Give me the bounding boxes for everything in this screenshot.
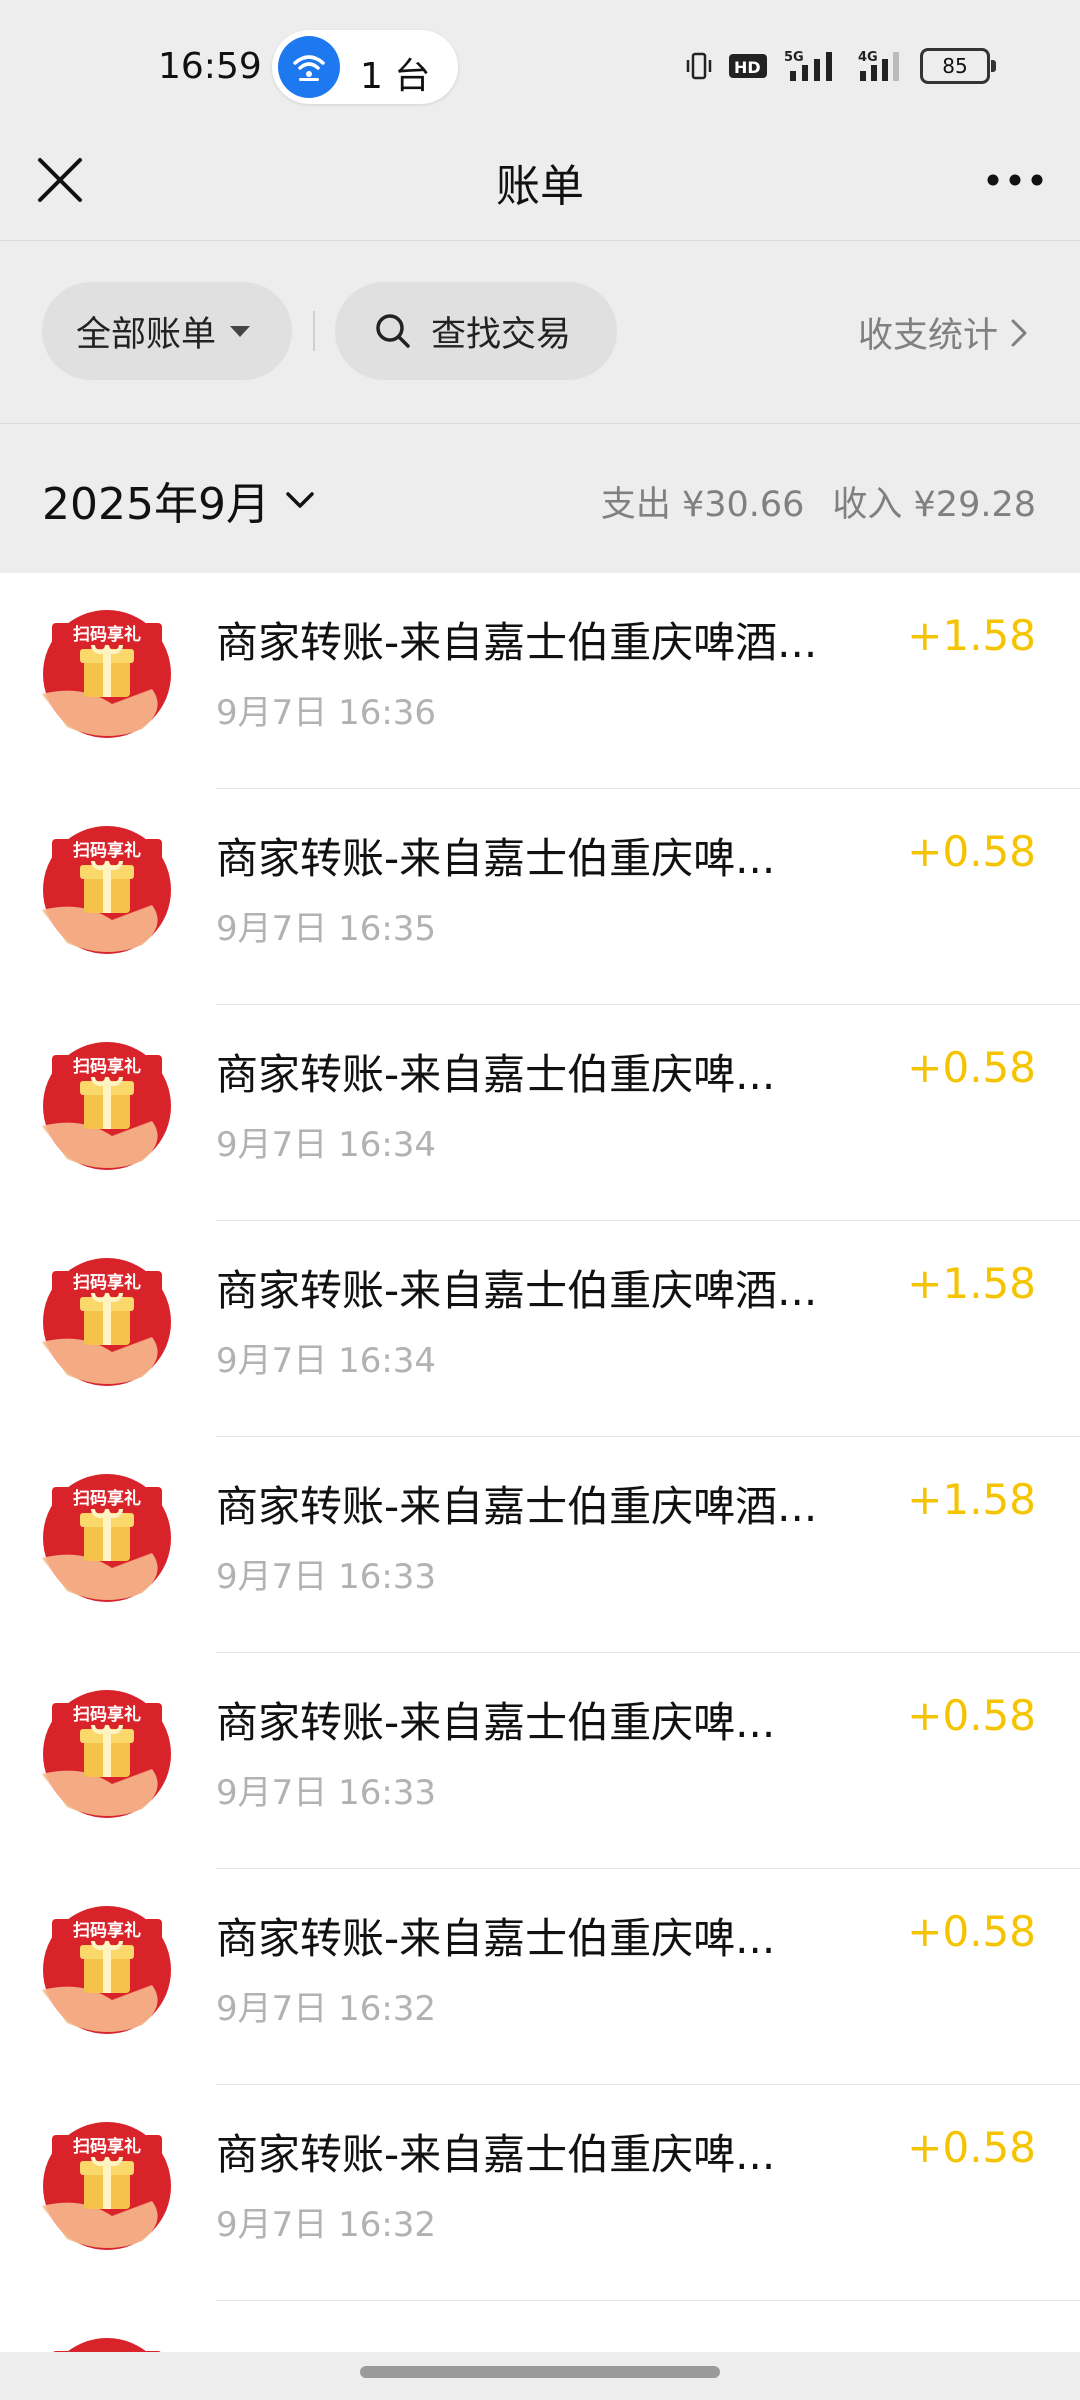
transaction-amount: +0.58 <box>907 2123 1036 2172</box>
chevron-right-icon <box>1011 319 1027 346</box>
merchant-avatar: 扫码享礼 <box>42 1905 172 2035</box>
merchant-avatar: 扫码享礼 <box>42 1041 172 1171</box>
merchant-avatar: 扫码享礼 <box>42 1257 172 1387</box>
svg-text:扫码享礼: 扫码享礼 <box>73 1704 141 1725</box>
signal-5g-icon: 5G <box>784 50 832 81</box>
transaction-time: 9月7日 16:34 <box>216 1341 437 1381</box>
transaction-time: 9月7日 16:33 <box>216 1557 437 1597</box>
svg-text:4G: 4G <box>858 50 878 65</box>
transaction-title: 商家转账-来自嘉士伯重庆啤酒... <box>216 1482 818 1531</box>
transaction-row[interactable]: 扫码享礼 商家转账-来自嘉士伯重庆啤... 9月7日 16:35 +0.58 <box>0 789 1080 1005</box>
transaction-time: 9月7日 16:34 <box>216 1125 437 1165</box>
svg-text:扫码享礼: 扫码享礼 <box>73 840 141 861</box>
chevron-down-icon <box>286 492 314 508</box>
month-selector[interactable]: 2025年9月 <box>42 468 316 532</box>
hd-icon: HD <box>729 54 767 78</box>
transaction-amount: +0.58 <box>907 1907 1036 1956</box>
svg-text:扫码享礼: 扫码享礼 <box>73 1488 141 1509</box>
month-header: 2025年9月 支出 ¥30.66 收入 ¥29.28 <box>0 424 1080 572</box>
transaction-time: 9月7日 16:32 <box>216 1989 437 2029</box>
transaction-row[interactable]: 扫码享礼 商家转账-来自嘉士伯重庆啤酒... 9月7日 16:33 +1.58 <box>0 1437 1080 1653</box>
merchant-avatar: 扫码享礼 <box>42 1689 172 1819</box>
transaction-title: 商家转账-来自嘉士伯重庆啤... <box>216 1698 776 1747</box>
battery-icon: 85 <box>920 48 996 84</box>
transaction-title: 商家转账-来自嘉士伯重庆啤... <box>216 1914 776 1963</box>
status-bar: 16:59 1 台 HD 5G 4G 85 <box>0 0 1080 135</box>
expense-total: 支出 ¥30.66 <box>600 485 805 525</box>
svg-text:扫码享礼: 扫码享礼 <box>73 1056 141 1077</box>
income-expense-stats-link[interactable]: 收支统计 <box>858 307 1030 358</box>
transaction-title: 商家转账-来自嘉士伯重庆啤... <box>216 834 776 883</box>
transaction-list: 扫码享礼 商家转账-来自嘉士伯重庆啤酒... 9月7日 16:36 +1.58 … <box>0 573 1080 2353</box>
search-transactions-button[interactable]: 查找交易 <box>335 282 617 380</box>
transaction-row[interactable]: 扫码享礼 商家转账-来自嘉士伯重庆啤酒... 9月7日 16:34 +1.58 <box>0 1221 1080 1437</box>
transaction-amount: +1.58 <box>907 1475 1036 1524</box>
filter-bar: 全部账单 查找交易 收支统计 <box>0 241 1080 424</box>
month-label: 2025年9月 <box>42 479 270 530</box>
status-icons: HD 5G 4G 85 <box>684 44 996 88</box>
transaction-title: 商家转账-来自嘉士伯重庆啤酒... <box>216 1266 818 1315</box>
svg-text:HD: HD <box>734 58 761 77</box>
stats-label: 收支统计 <box>857 316 998 356</box>
transaction-row-partial[interactable]: 扫码享礼 <box>0 2301 1080 2353</box>
svg-text:扫码享礼: 扫码享礼 <box>73 1272 141 1293</box>
transaction-row[interactable]: 扫码享礼 商家转账-来自嘉士伯重庆啤... 9月7日 16:33 +0.58 <box>0 1653 1080 1869</box>
divider <box>313 311 315 351</box>
wifi-icon <box>278 36 340 98</box>
transaction-amount: +0.58 <box>907 1043 1036 1092</box>
caret-down-icon <box>230 325 251 337</box>
page-title: 账单 <box>496 161 584 212</box>
transaction-time: 9月7日 16:35 <box>216 909 437 949</box>
transaction-amount: +0.58 <box>907 1691 1036 1740</box>
transaction-row[interactable]: 扫码享礼 商家转账-来自嘉士伯重庆啤... 9月7日 16:34 +0.58 <box>0 1005 1080 1221</box>
signal-4g-icon: 4G <box>858 50 899 81</box>
transaction-time: 9月7日 16:36 <box>216 693 437 733</box>
transaction-time: 9月7日 16:33 <box>216 1773 437 1813</box>
merchant-avatar: 扫码享礼 <box>42 609 172 739</box>
transaction-amount: +1.58 <box>907 611 1036 660</box>
transaction-time: 9月7日 16:32 <box>216 2205 437 2245</box>
svg-text:扫码享礼: 扫码享礼 <box>73 1920 141 1941</box>
transaction-row[interactable]: 扫码享礼 商家转账-来自嘉士伯重庆啤酒... 9月7日 16:36 +1.58 <box>0 573 1080 789</box>
transaction-row[interactable]: 扫码享礼 商家转账-来自嘉士伯重庆啤... 9月7日 16:32 +0.58 <box>0 1869 1080 2085</box>
more-button[interactable] <box>980 150 1050 210</box>
all-bills-dropdown[interactable]: 全部账单 <box>42 282 292 380</box>
transaction-amount: +1.58 <box>907 1259 1036 1308</box>
more-icon <box>987 174 1043 186</box>
merchant-avatar: 扫码享礼 <box>42 825 172 955</box>
month-summary: 支出 ¥30.66 收入 ¥29.28 <box>601 476 1036 527</box>
transaction-title: 商家转账-来自嘉士伯重庆啤... <box>216 2130 776 2179</box>
svg-text:扫码享礼: 扫码享礼 <box>73 624 141 645</box>
search-icon <box>376 314 410 348</box>
svg-text:5G: 5G <box>784 50 804 65</box>
transaction-title: 商家转账-来自嘉士伯重庆啤... <box>216 1050 776 1099</box>
transaction-amount: +0.58 <box>907 827 1036 876</box>
vibrate-icon <box>686 52 712 80</box>
home-indicator[interactable] <box>360 2366 720 2378</box>
transaction-row[interactable]: 扫码享礼 商家转账-来自嘉士伯重庆啤... 9月7日 16:32 +0.58 <box>0 2085 1080 2301</box>
connected-devices-pill[interactable]: 1 台 <box>272 30 458 104</box>
device-count: 1 台 <box>360 56 431 97</box>
merchant-avatar: 扫码享礼 <box>42 2121 172 2251</box>
search-label: 查找交易 <box>431 314 572 355</box>
income-total: 收入 ¥29.28 <box>832 485 1036 525</box>
status-time: 16:59 <box>158 46 262 87</box>
merchant-avatar: 扫码享礼 <box>42 2337 172 2353</box>
svg-text:扫码享礼: 扫码享礼 <box>73 2136 141 2157</box>
merchant-avatar: 扫码享礼 <box>42 1473 172 1603</box>
all-bills-label: 全部账单 <box>76 314 217 355</box>
transaction-title: 商家转账-来自嘉士伯重庆啤酒... <box>216 618 818 667</box>
top-nav-bar: 账单 <box>0 120 1080 241</box>
